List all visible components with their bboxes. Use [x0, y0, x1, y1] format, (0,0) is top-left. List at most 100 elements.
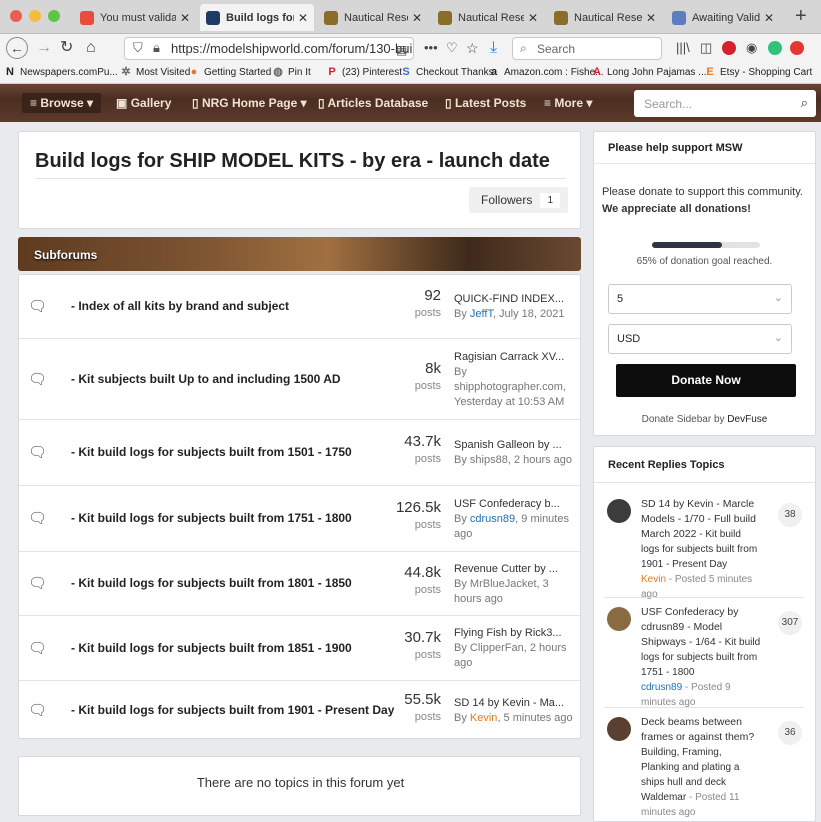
browser-tab[interactable]: Nautical Research Guild✕: [548, 4, 662, 31]
sidebar-icon[interactable]: ◫: [700, 38, 712, 58]
recent-topic-item[interactable]: Deck beams between frames or against the…: [607, 715, 802, 819]
bookmark-item[interactable]: S Checkout Thanks: [400, 66, 493, 78]
adblock-extension-icon[interactable]: [790, 41, 804, 55]
close-tab-icon[interactable]: ✕: [294, 11, 308, 25]
bookmark-item[interactable]: ◍ Pin It: [272, 66, 311, 78]
subforum-title-link[interactable]: - Kit build logs for subjects built from…: [71, 576, 352, 590]
last-post-user-link[interactable]: shipphotographer.com,: [454, 381, 566, 393]
amount-select[interactable]: 5 ⌄: [608, 284, 792, 314]
last-post-user-link[interactable]: MrBlueJacket: [470, 578, 537, 590]
subforum-title-link[interactable]: - Kit build logs for subjects built from…: [71, 703, 394, 717]
last-post-title-link[interactable]: QUICK-FIND INDEX...: [454, 292, 579, 307]
search-icon[interactable]: ⌕: [801, 95, 808, 111]
bookmark-item[interactable]: ● Getting Started: [188, 66, 272, 78]
subforum-row[interactable]: 🗨︎ - Kit build logs for subjects built fr…: [19, 485, 582, 551]
reload-button[interactable]: ↻: [60, 38, 73, 58]
tab-favicon-icon: [438, 10, 452, 25]
download-icon[interactable]: ⤓: [490, 38, 497, 58]
last-post-user-link[interactable]: ClipperFan: [470, 642, 524, 654]
nav-more[interactable]: ≡ More ▾: [544, 96, 592, 110]
last-post-user-link[interactable]: Kevin: [470, 712, 498, 724]
site-search-input[interactable]: Search... ⌕: [634, 90, 816, 117]
subforum-title-link[interactable]: - Kit build logs for subjects built from…: [71, 641, 352, 655]
subforum-title-link[interactable]: - Kit build logs for subjects built from…: [71, 511, 352, 525]
recent-topic-item[interactable]: USF Confederacy by cdrusn89 - Model Ship…: [607, 605, 802, 709]
recent-topic-title-link[interactable]: Deck beams between frames or against the…: [641, 716, 754, 743]
browser-toolbar: ← → ↻ ⌂ ⛉ 🔒︎ https://modelshipworld.com/…: [0, 34, 821, 62]
bookmark-item[interactable]: N Newspapers.comPu...: [4, 66, 118, 78]
bookmark-item[interactable]: P (23) Pinterest: [326, 66, 402, 78]
lock-icon: 🔒︎: [153, 40, 160, 55]
close-tab-icon[interactable]: ✕: [524, 11, 538, 25]
forward-button[interactable]: →: [36, 38, 52, 58]
minimize-window-button[interactable]: [29, 10, 41, 22]
recent-topic-user-link[interactable]: cdrusn89: [641, 682, 682, 693]
subforum-row[interactable]: 🗨︎ - Kit build logs for subjects built fr…: [19, 680, 582, 740]
back-button[interactable]: ←: [6, 37, 28, 59]
bookmark-item[interactable]: ✲ Most Visited: [120, 66, 190, 78]
last-post-user-link[interactable]: cdrusn89: [470, 513, 515, 525]
recent-topic-user-link[interactable]: Waldemar: [641, 792, 686, 803]
home-icon[interactable]: ⌂: [86, 38, 96, 58]
last-post-title-link[interactable]: USF Confederacy b...: [454, 497, 579, 512]
browser-tab[interactable]: Build logs for SHIP M✕: [200, 4, 314, 31]
recent-topic-item[interactable]: SD 14 by Kevin - Marcle Models - 1/70 - …: [607, 497, 802, 600]
new-tab-button[interactable]: +: [795, 5, 807, 28]
avatar[interactable]: [607, 499, 631, 523]
pinterest-extension-icon[interactable]: [722, 41, 736, 55]
browser-tab[interactable]: You must validate yo✕: [74, 4, 196, 31]
browser-tab[interactable]: Nautical Research G✕: [318, 4, 428, 31]
bookmark-star-icon[interactable]: ☆: [466, 38, 479, 58]
currency-select[interactable]: USD ⌄: [608, 324, 792, 354]
recent-topic-user-link[interactable]: Kevin: [641, 574, 666, 585]
recent-topic-forum-link[interactable]: Building, Framing, Planking and plating …: [641, 747, 739, 788]
avatar[interactable]: [607, 607, 631, 631]
last-post-info: SD 14 by Kevin - Ma... By Kevin, 5 minute…: [454, 696, 579, 726]
last-post-title-link[interactable]: Ragisian Carrack XV...: [454, 350, 579, 365]
reader-view-icon[interactable]: ▤: [396, 40, 407, 60]
subforum-row[interactable]: 🗨︎ - Kit build logs for subjects built fr…: [19, 419, 582, 485]
close-tab-icon[interactable]: ✕: [760, 11, 774, 25]
extension-icon[interactable]: ◉: [746, 38, 757, 58]
browser-search-field[interactable]: ⌕ Search: [512, 37, 662, 60]
bookmark-item[interactable]: A Long John Pajamas ...: [591, 66, 707, 78]
subforum-row[interactable]: 🗨︎ - Kit subjects built Up to and includi…: [19, 338, 582, 419]
last-post-title-link[interactable]: SD 14 by Kevin - Ma...: [454, 696, 579, 711]
maximize-window-button[interactable]: [48, 10, 60, 22]
grammar-extension-icon[interactable]: [768, 41, 782, 55]
subforum-title-link[interactable]: - Kit subjects built Up to and including…: [71, 372, 341, 386]
subforum-title-link[interactable]: - Kit build logs for subjects built from…: [71, 445, 352, 459]
nav-articles[interactable]: ▯ Articles Database: [318, 96, 428, 110]
subforum-row[interactable]: 🗨︎ - Kit build logs for subjects built fr…: [19, 551, 582, 615]
close-tab-icon[interactable]: ✕: [408, 11, 422, 25]
nav-gallery[interactable]: ▣ Gallery: [116, 96, 171, 110]
followers-button[interactable]: Followers 1: [469, 187, 568, 213]
last-post-title-link[interactable]: Flying Fish by Rick3...: [454, 626, 579, 641]
last-post-time: , 2 hours ago: [507, 454, 573, 466]
nav-browse[interactable]: ≡ Browse ▾: [22, 93, 102, 113]
subforum-row[interactable]: 🗨︎ - Index of all kits by brand and subje…: [19, 275, 582, 338]
bookmark-item[interactable]: a Amazon.com : Fishe...: [488, 66, 604, 78]
avatar[interactable]: [607, 717, 631, 741]
close-tab-icon[interactable]: ✕: [176, 11, 190, 25]
post-count: 43.7k: [404, 433, 441, 450]
close-window-button[interactable]: [10, 10, 22, 22]
credit-link[interactable]: DevFuse: [727, 414, 767, 425]
url-bar[interactable]: ⛉ 🔒︎ https://modelshipworld.com/forum/13…: [124, 37, 414, 60]
last-post-title-link[interactable]: Spanish Galleon by ...: [454, 438, 579, 453]
browser-tab[interactable]: Awaiting Validation✕: [666, 4, 780, 31]
last-post-user-link[interactable]: JeffT: [470, 308, 493, 320]
close-tab-icon[interactable]: ✕: [642, 11, 656, 25]
subforum-title-link[interactable]: - Index of all kits by brand and subject: [71, 299, 289, 313]
last-post-user-link[interactable]: ships88: [470, 454, 508, 466]
nav-nrg-home[interactable]: ▯ NRG Home Page ▾: [192, 96, 307, 110]
bookmark-item[interactable]: E Etsy - Shopping Cart: [704, 66, 812, 78]
library-icon[interactable]: |||\: [676, 38, 690, 58]
page-actions-icon[interactable]: •••: [424, 38, 438, 58]
browser-tab[interactable]: Nautical Research G✕: [432, 4, 544, 31]
subforum-row[interactable]: 🗨︎ - Kit build logs for subjects built fr…: [19, 615, 582, 680]
donate-now-button[interactable]: Donate Now: [616, 364, 796, 397]
nav-latest-posts[interactable]: ▯ Latest Posts: [445, 96, 526, 110]
pocket-icon[interactable]: ♡: [446, 38, 458, 58]
last-post-title-link[interactable]: Revenue Cutter by ...: [454, 562, 579, 577]
